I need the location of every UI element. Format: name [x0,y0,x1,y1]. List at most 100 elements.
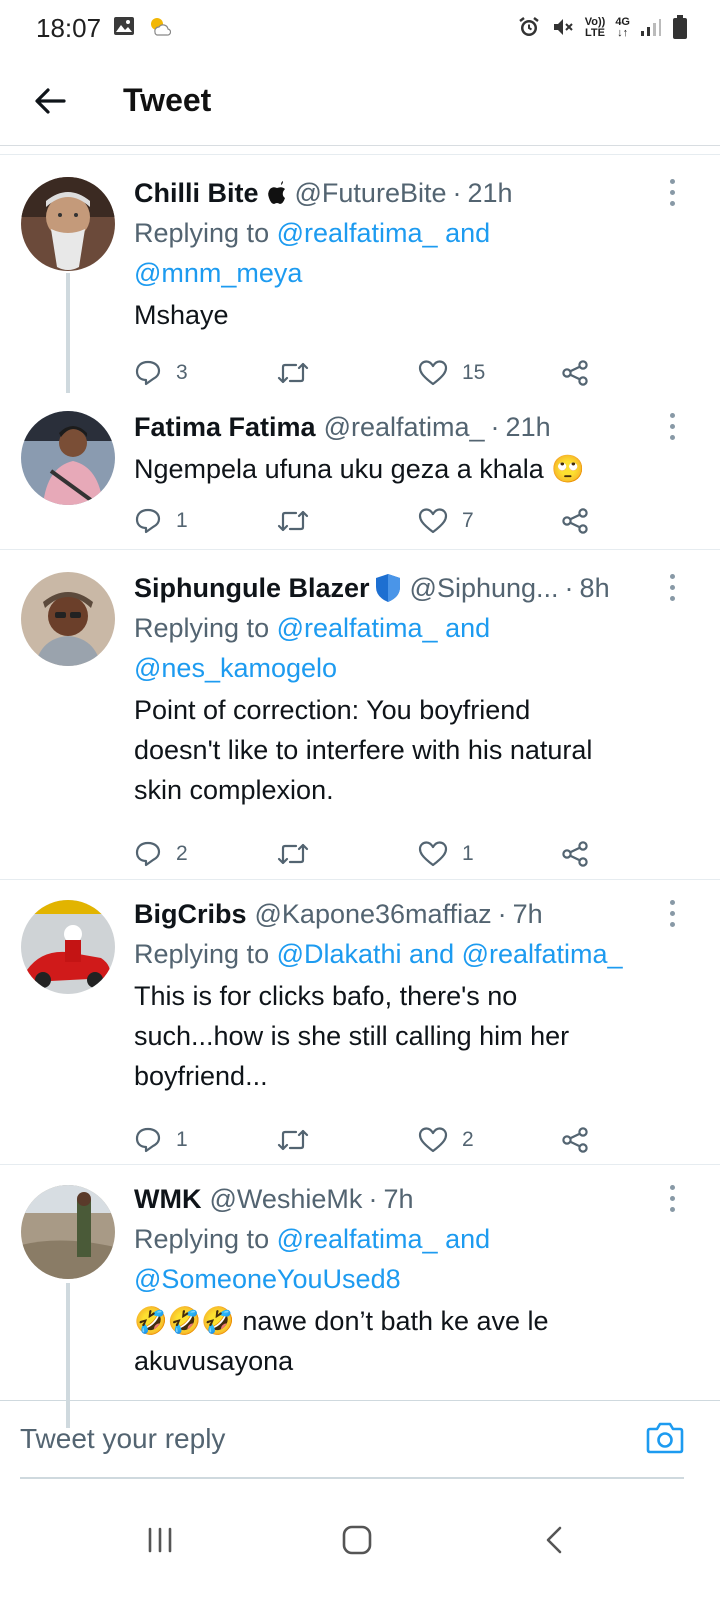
tweet[interactable]: Chilli Bite @FutureBite · 21h Replying t… [0,155,720,393]
user-handle[interactable]: @Siphung... [410,568,559,608]
share-button[interactable] [560,840,590,868]
display-name[interactable]: WMK [134,1179,201,1219]
mention-link[interactable]: @nes_kamogelo [134,653,337,683]
share-button[interactable] [560,1126,590,1154]
more-options-button[interactable] [662,413,682,440]
more-options-button[interactable] [662,179,682,206]
system-nav-bar [0,1480,720,1600]
share-button[interactable] [560,359,590,387]
like-button[interactable]: 2 [418,1126,560,1154]
laughing-emoji: 🤣🤣🤣 [134,1306,235,1336]
thread-line [66,273,70,393]
more-options-button[interactable] [662,574,682,601]
mention-link[interactable]: @Dlakathi and @realfatima_ [277,939,623,969]
user-handle[interactable]: @Kapone36maffiaz [255,894,492,934]
status-right: Vo)) LTE 4G ↓↑ [517,14,688,43]
alarm-icon [517,15,541,42]
tweet[interactable]: BigCribs @Kapone36maffiaz · 7h Replying … [0,880,720,1165]
home-button[interactable] [327,1510,387,1570]
display-name[interactable]: BigCribs [134,894,247,934]
like-button[interactable]: 7 [418,507,560,535]
tweet-text-line: 🤣🤣🤣 nawe don’t bath ke ave le [134,1301,674,1341]
camera-button[interactable] [646,1420,684,1459]
heart-icon [418,841,448,867]
display-name[interactable]: Chilli Bite [134,173,259,213]
replying-prefix: Replying to [134,1224,277,1254]
timestamp[interactable]: 8h [580,568,610,608]
reply-input[interactable] [20,1423,580,1455]
timestamp[interactable]: 21h [467,173,512,213]
tweet-text: Point of correction: You boyfriend doesn… [134,690,674,810]
gallery-icon [113,16,135,41]
mention-link[interactable]: @realfatima_ and [277,1224,491,1254]
tweet[interactable]: Siphungule Blazer @Siphung... · 8h Reply… [0,550,720,880]
tweet-text-line: such...how is she still calling him her [134,1021,570,1051]
share-icon [562,508,588,534]
heart-icon [418,1127,448,1153]
like-button[interactable]: 15 [418,359,560,387]
reply-button[interactable]: 1 [134,507,276,535]
reply-button[interactable]: 2 [134,840,276,868]
tweet-body: BigCribs @Kapone36maffiaz · 7h Replying … [134,894,674,1172]
arrow-left-icon [35,87,66,114]
avatar[interactable] [21,900,115,994]
tweet-text-content: nawe don’t bath ke ave le [234,1306,549,1336]
separator-dot: · [452,178,462,208]
user-handle[interactable]: @WeshieMk [209,1179,362,1219]
retweet-button[interactable] [276,1126,418,1154]
user-handle[interactable]: @realfatima_ [324,407,485,447]
avatar[interactable] [21,177,115,271]
tweet-actions: 1 2 [134,1108,674,1172]
retweet-icon [277,510,309,532]
mention-link[interactable]: @SomeoneYouUsed8 [134,1264,401,1294]
more-options-button[interactable] [662,900,682,927]
mention-link[interactable]: @realfatima_ and [277,218,491,248]
recent-apps-button[interactable] [130,1510,190,1570]
shield-icon [374,573,402,603]
net-bottom: ↓↑ [617,27,629,39]
retweet-button[interactable] [276,359,418,387]
timestamp[interactable]: 7h [383,1179,413,1219]
tweet-text-line: akuvusayona [134,1346,294,1376]
reply-icon [135,508,161,534]
tweet-header: BigCribs @Kapone36maffiaz · 7h [134,894,674,934]
reply-feed[interactable]: Chilli Bite @FutureBite · 21h Replying t… [0,146,720,1428]
replying-to-cont: @SomeoneYouUsed8 [134,1259,674,1299]
like-count: 7 [462,509,474,532]
share-button[interactable] [560,507,590,535]
reply-icon [135,841,161,867]
retweet-icon [277,1129,309,1151]
avatar[interactable] [21,1185,115,1279]
status-left: 18:07 [36,13,172,44]
display-name[interactable]: Fatima Fatima [134,407,316,447]
retweet-button[interactable] [276,507,418,535]
timestamp[interactable]: 7h [513,894,543,934]
back-button[interactable] [25,76,75,126]
display-name[interactable]: Siphungule Blazer [134,568,370,608]
retweet-button[interactable] [276,840,418,868]
tweet[interactable]: Fatima Fatima @realfatima_ · 21h Ngempel… [0,393,720,550]
replying-to: Replying to @Dlakathi and @realfatima_ [134,934,674,974]
tweet[interactable]: WMK @WeshieMk · 7h Replying to @realfati… [0,1165,720,1428]
share-icon [562,841,588,867]
avatar[interactable] [21,411,115,505]
user-handle[interactable]: @FutureBite [295,173,447,213]
like-count: 2 [462,1128,474,1151]
tweet-text: This is for clicks bafo, there's no such… [134,976,674,1096]
reply-button[interactable]: 1 [134,1126,276,1154]
weather-icon [147,14,172,43]
retweet-icon [277,362,309,384]
mention-link[interactable]: @realfatima_ and [277,613,491,643]
volte-bottom: LTE [585,27,605,39]
camera-icon [646,1422,684,1453]
mention-link[interactable]: @mnm_meya [134,258,302,288]
like-button[interactable]: 1 [418,840,560,868]
replying-prefix: Replying to [134,613,277,643]
timestamp[interactable]: 21h [506,407,551,447]
system-back-button[interactable] [524,1510,584,1570]
avatar[interactable] [21,572,115,666]
more-options-button[interactable] [662,1185,682,1212]
mute-icon [551,15,575,42]
tweet-text-line: skin complexion. [134,775,334,805]
reply-button[interactable]: 3 [134,359,276,387]
